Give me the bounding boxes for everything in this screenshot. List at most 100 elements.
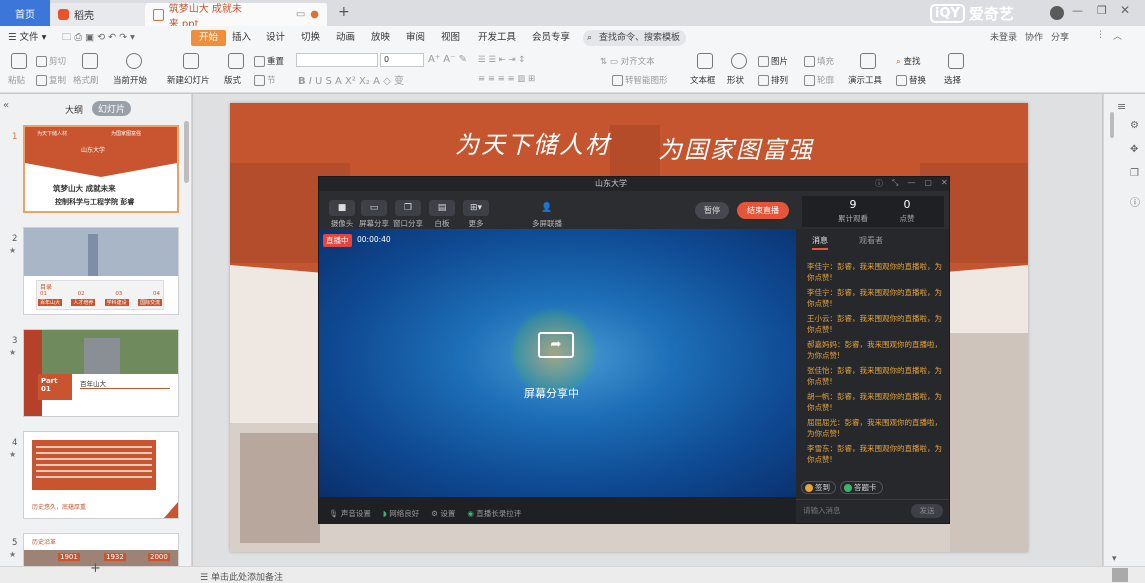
slide-thumb-4[interactable]: 历史悠久，底蕴厚重 <box>23 431 179 519</box>
menu-developer[interactable]: 开发工具 <box>478 30 516 46</box>
find-button[interactable]: ⌕ 查找 <box>896 55 920 67</box>
file-menu[interactable]: ☰ 文件 ▾ <box>8 30 46 46</box>
settings-button[interactable]: ⚙ 设置 <box>431 508 455 519</box>
tab-outline[interactable]: 大纲 <box>65 103 83 116</box>
font-style-buttons[interactable]: B I U S A X² X₂ A ◇ 变 <box>298 72 404 87</box>
menu-review[interactable]: 审阅 <box>406 30 425 46</box>
help-circle-icon[interactable]: ⓘ <box>1130 194 1140 209</box>
paste-button[interactable]: 粘贴 <box>8 74 25 86</box>
scroll-down-icon[interactable]: ▾ <box>1112 554 1117 564</box>
tab-docer[interactable]: 稻壳 <box>50 3 145 26</box>
restore-button[interactable]: ❐ <box>1097 4 1107 17</box>
paste-icon[interactable] <box>11 53 27 69</box>
checkin-button[interactable]: 签到 <box>801 481 836 494</box>
font-size-combo[interactable]: 0 <box>380 53 424 67</box>
collapse-pane-icon[interactable]: « <box>3 100 9 111</box>
answer-card-button[interactable]: 答题卡 <box>840 481 883 494</box>
textbox-icon[interactable] <box>697 53 713 69</box>
menu-start[interactable]: 开始 <box>191 30 227 46</box>
close-window-button[interactable]: ✕ <box>1120 3 1130 17</box>
user-status[interactable]: 未登录 <box>990 30 1017 43</box>
new-slide-button[interactable]: 新建幻灯片 <box>167 74 210 86</box>
outline-button[interactable]: 轮廓 <box>804 74 834 86</box>
replace-button[interactable]: 替换 <box>896 74 926 86</box>
notes-placeholder[interactable]: ☰ 单击此处添加备注 <box>200 570 283 583</box>
minimize-button[interactable]: — <box>1072 4 1083 17</box>
menu-transition[interactable]: 切换 <box>301 30 320 46</box>
select-icon[interactable] <box>948 53 964 69</box>
slide-thumb-5[interactable]: 历史沿革 1901 1932 2000 <box>23 533 179 566</box>
pause-button[interactable]: 暂停 <box>695 202 729 219</box>
more-button[interactable]: ⊞▾ 更多 <box>459 200 493 229</box>
menu-insert[interactable]: 插入 <box>232 30 251 46</box>
quick-access-icons[interactable]: 🗀 ⎙ ▣ ⟲ ↶ ↷ ▾ <box>62 30 135 46</box>
window-icon[interactable]: ▭ <box>296 9 305 20</box>
screen-share-button[interactable]: ▭ 屏幕分享 <box>357 200 391 229</box>
collab-button[interactable]: 协作 <box>1025 30 1043 43</box>
slide-thumb-2[interactable]: 目录 01 02 03 04 百年山大 人才培养 学科建设 国际交流 <box>23 227 179 315</box>
menu-design[interactable]: 设计 <box>266 30 285 46</box>
copy-button[interactable]: 复制 <box>36 74 66 86</box>
presenter-tools-button[interactable]: 演示工具 <box>848 74 882 86</box>
textbox-button[interactable]: 文本框 <box>690 74 716 86</box>
multi-connect-button[interactable]: 👤 多屏联播 <box>527 200 567 229</box>
whiteboard-button[interactable]: ▤ 白板 <box>425 200 459 229</box>
tab-messages[interactable]: 消息 <box>812 235 828 250</box>
paragraph-align-icons[interactable]: ≡ ≡ ≡ ≡ ▥ ⊞ <box>478 74 535 84</box>
convert-smartart-button[interactable]: 转智能图形 <box>612 74 668 86</box>
menu-animation[interactable]: 动画 <box>336 30 355 46</box>
settings-icon[interactable]: ⚙ <box>1130 120 1139 131</box>
menu-member[interactable]: 会员专享 <box>532 30 570 46</box>
menu-slideshow[interactable]: 放映 <box>371 30 390 46</box>
chat-input[interactable]: 请输入消息 <box>803 505 841 516</box>
recording-button[interactable]: ◉ 直播长录拉评 <box>467 508 521 519</box>
pin-icon[interactable]: ✥ <box>1130 144 1138 155</box>
shrink-icon[interactable]: ⤡ <box>892 178 898 189</box>
font-name-combo[interactable] <box>296 53 378 67</box>
from-current-button[interactable]: 当前开始 <box>113 74 147 86</box>
camera-button[interactable]: ■ 摄像头 <box>325 200 359 229</box>
arrange-button[interactable]: 排列 <box>758 74 788 86</box>
align-text-button[interactable]: ⇅ ▭ 对齐文本 <box>600 55 655 67</box>
window-share-button[interactable]: ❐ 窗口分享 <box>391 200 425 229</box>
canvas-scrollbar[interactable] <box>1110 112 1114 138</box>
close-icon[interactable]: ✕ <box>941 178 948 189</box>
tab-slides[interactable]: 幻灯片 <box>92 101 132 116</box>
tab-home[interactable]: 首页 <box>0 0 50 26</box>
font-grow-shrink[interactable]: A⁺ A⁻ ✎ <box>428 54 467 65</box>
minimize-icon[interactable]: — <box>907 178 915 189</box>
end-live-button[interactable]: 结束直播 <box>737 202 789 219</box>
maximize-icon[interactable]: ▢ <box>924 178 932 189</box>
pane-scrollbar[interactable] <box>184 121 189 183</box>
format-painter-button[interactable]: 格式刷 <box>73 74 99 86</box>
new-slide-icon[interactable] <box>183 53 199 69</box>
avatar[interactable] <box>1050 6 1064 20</box>
play-icon[interactable] <box>126 53 142 69</box>
copy-layout-icon[interactable]: ❐ <box>1130 168 1139 179</box>
menu-icon[interactable]: ≡ <box>1117 100 1126 113</box>
audio-settings[interactable]: 🎙 声音设置 <box>329 508 371 519</box>
select-button[interactable]: 选择 <box>944 74 961 86</box>
send-button[interactable]: 发送 <box>911 504 943 518</box>
shape-button[interactable]: 形状 <box>727 74 744 86</box>
tab-viewers[interactable]: 观看者 <box>859 235 883 246</box>
section-button[interactable]: 节 <box>254 74 276 86</box>
slide-thumb-3[interactable]: Part 01 百年山大 <box>23 329 179 417</box>
format-painter-icon[interactable] <box>82 53 98 69</box>
paragraph-list-icons[interactable]: ☰ ☰ ⇤ ⇥ ↕ <box>478 55 525 65</box>
tab-document[interactable]: 筑梦山大 成就未来.ppt ▭ ● <box>145 3 327 30</box>
command-search[interactable]: ⌕ 查找命令、搜索模板 <box>583 30 686 46</box>
slide-thumb-1[interactable]: 为天下储人材 为国家图富强 山东大学 筑梦山大 成就未来 控制科学与工程学院 彭… <box>23 125 179 213</box>
add-slide-button[interactable]: + <box>90 561 101 576</box>
collapse-ribbon-icon[interactable]: ︿ <box>1113 29 1122 42</box>
presenter-tools-icon[interactable] <box>860 53 876 69</box>
cut-button[interactable]: 剪切 <box>36 55 66 67</box>
new-tab-button[interactable]: + <box>338 4 350 20</box>
layout-button[interactable]: 版式 <box>224 74 241 86</box>
shape-icon[interactable] <box>731 53 747 69</box>
help-icon[interactable]: ⓘ <box>875 178 883 189</box>
picture-button[interactable]: 图片 <box>758 55 788 67</box>
reset-button[interactable]: 重置 <box>254 55 284 67</box>
fill-button[interactable]: 填充 <box>804 55 834 67</box>
share-button[interactable]: 分享 <box>1051 30 1069 43</box>
